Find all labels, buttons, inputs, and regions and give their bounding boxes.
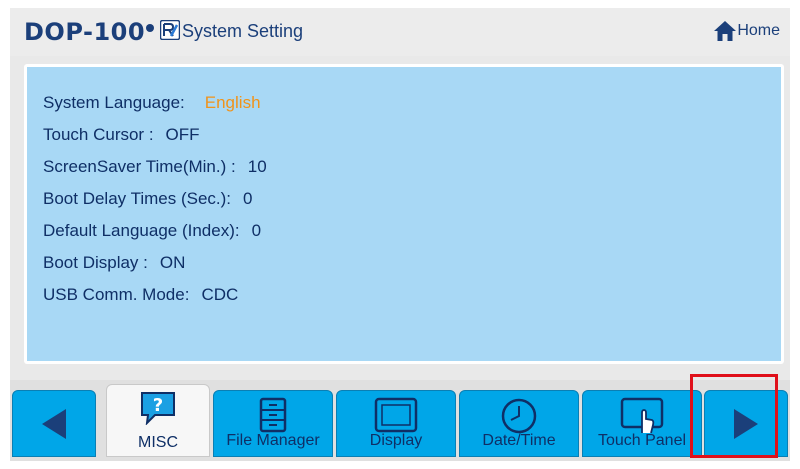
tab-date-time[interactable]: Date/Time <box>459 390 579 457</box>
setting-value: ON <box>159 253 186 272</box>
question-icon: ? <box>141 392 175 425</box>
setting-label: Boot Delay Times (Sec.): <box>43 189 232 208</box>
setting-row-screensaver-time: ScreenSaver Time(Min.) : 10 <box>43 157 267 177</box>
tab-label: Touch Panel <box>597 432 687 449</box>
tab-label: Display <box>369 432 423 449</box>
arrow-right-icon <box>734 408 758 439</box>
svg-text:?: ? <box>153 395 163 416</box>
setting-value: English <box>204 93 261 112</box>
tab-misc[interactable]: ? MISC <box>106 384 210 457</box>
header-bar: DOP-100 System Setting Home <box>10 8 790 56</box>
setting-label: Touch Cursor : <box>43 125 154 144</box>
setting-row-boot-display: Boot Display : ON <box>43 253 185 273</box>
tab-display[interactable]: Display <box>336 390 456 457</box>
home-label: Home <box>737 22 780 39</box>
tab-touch-panel[interactable]: Touch Panel <box>582 390 702 457</box>
tab-label: Date/Time <box>482 432 556 449</box>
setting-value: 0 <box>251 221 262 240</box>
home-button[interactable]: Home <box>713 20 780 42</box>
setting-row-system-language: System Language: English <box>43 93 261 113</box>
home-icon <box>714 21 737 41</box>
setting-row-touch-cursor: Touch Cursor : OFF <box>43 125 200 145</box>
setting-label: System Language: <box>43 93 185 112</box>
system-setting-icon <box>160 20 180 40</box>
brand-logo: DOP-100 <box>24 18 146 46</box>
settings-panel-frame: System Language: English Touch Cursor : OF… <box>24 64 784 364</box>
setting-label: ScreenSaver Time(Min.) : <box>43 157 236 176</box>
tab-file-manager[interactable]: File Manager <box>213 390 333 457</box>
prev-page-button[interactable] <box>12 390 96 457</box>
setting-label: Default Language (Index): <box>43 221 240 240</box>
settings-panel: System Language: English Touch Cursor : OF… <box>27 67 781 361</box>
setting-value: 10 <box>247 157 267 176</box>
setting-label: USB Comm. Mode: <box>43 285 190 304</box>
screen: DOP-100 System Setting Home System Langu… <box>10 8 790 461</box>
file-cabinet-icon <box>259 397 287 433</box>
monitor-icon <box>374 397 418 433</box>
setting-label: Boot Display : <box>43 253 148 272</box>
setting-value: 0 <box>243 189 253 208</box>
page-title: System Setting <box>182 21 304 41</box>
setting-row-default-language: Default Language (Index): 0 <box>43 221 261 241</box>
setting-row-usb-comm-mode: USB Comm. Mode: CDC <box>43 285 238 305</box>
setting-value: CDC <box>201 285 239 304</box>
setting-row-boot-delay: Boot Delay Times (Sec.): 0 <box>43 189 252 209</box>
arrow-left-icon <box>42 408 66 439</box>
setting-value: OFF <box>165 125 200 144</box>
next-page-button[interactable] <box>704 390 788 457</box>
tab-label: MISC <box>138 434 178 451</box>
touch-hand-icon <box>620 397 664 434</box>
tab-label: File Manager <box>226 432 320 449</box>
bottom-tab-bar: ? MISC File Manager Display Date/Time To… <box>10 380 790 461</box>
brand-dot <box>146 24 154 32</box>
clock-icon <box>501 398 537 434</box>
